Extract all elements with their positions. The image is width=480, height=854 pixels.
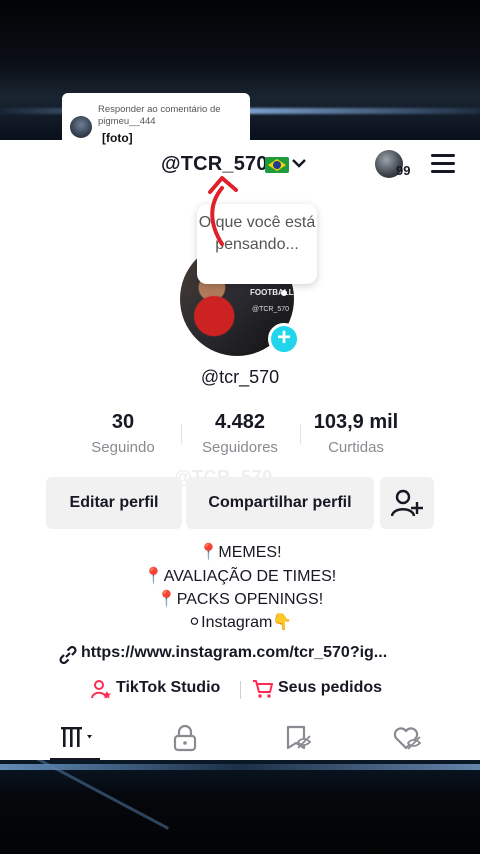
stat-followers-label: Seguidores (202, 439, 278, 456)
reply-title: Responder ao comentário de pigmeu__444 (98, 104, 221, 127)
pin-icon: 📍 (198, 544, 219, 561)
share-profile-button[interactable]: Compartilhar perfil (186, 477, 374, 529)
bio-line: 📍MEMES! (0, 542, 480, 562)
your-orders-link[interactable]: Seus pedidos (278, 679, 382, 697)
grid-icon (61, 727, 92, 747)
bio-line-text: PACKS OPENINGS! (176, 591, 324, 608)
stat-likes[interactable]: 103,9 mil Curtidas (306, 411, 406, 456)
stat-divider (300, 424, 301, 444)
add-friend-button[interactable] (380, 477, 434, 529)
stat-following-count: 30 (111, 411, 135, 433)
stat-following[interactable]: 30 Seguindo (78, 411, 168, 456)
link-icon (59, 646, 77, 664)
bio-link[interactable]: https://www.instagram.com/tcr_570?ig... (81, 644, 387, 662)
pin-icon: 📍 (156, 591, 177, 608)
stat-followers-count: 4.482 (214, 411, 266, 433)
shortcut-divider (240, 681, 241, 699)
stat-likes-label: Curtidas (328, 439, 384, 456)
bio-line: 📍PACKS OPENINGS! (0, 589, 480, 609)
tab-videos-grid[interactable] (60, 724, 100, 752)
stat-divider (181, 424, 182, 444)
profile-handle: @tcr_570 (200, 367, 280, 387)
white-circle-icon: ⚪ (187, 614, 202, 631)
avatar-overlay-title: FOOTBALL (250, 288, 294, 297)
reply-body: [foto] (102, 131, 133, 145)
brazil-flag-icon (265, 157, 289, 173)
bio-line-text: Instagram👇 (201, 614, 293, 631)
video-background-bottom (0, 733, 480, 854)
active-tab-indicator (50, 758, 100, 760)
stat-following-label: Seguindo (91, 439, 155, 456)
tiktok-studio-link[interactable]: TikTok Studio (116, 679, 220, 697)
cart-icon (253, 680, 273, 698)
tiktok-studio-icon (91, 680, 111, 699)
tab-liked-hidden-icon[interactable] (392, 724, 422, 752)
tab-private-lock-icon[interactable] (172, 724, 198, 752)
avatar-overlay-handle: @TCR_570 (252, 306, 290, 313)
bio-line: ⚪Instagram👇 (0, 612, 480, 632)
bio-line-text: MEMES! (218, 544, 282, 561)
stat-likes-count: 103,9 mil (313, 411, 399, 433)
hamburger-menu-icon[interactable] (431, 154, 455, 174)
chevron-down-icon[interactable] (292, 156, 306, 174)
pin-icon: 📍 (143, 568, 164, 585)
bio-line: 📍AVALIAÇÃO DE TIMES! (0, 566, 480, 586)
reply-comment-bubble[interactable]: Responder ao comentário de pigmeu__444 [… (62, 93, 250, 148)
add-user-icon (391, 489, 423, 517)
red-arrow-annotation (208, 176, 238, 246)
tab-reposts-icon[interactable] (284, 724, 312, 752)
add-avatar-plus-icon[interactable]: + (268, 323, 300, 355)
stat-followers[interactable]: 4.482 Seguidores (190, 411, 290, 456)
edit-profile-button[interactable]: Editar perfil (46, 477, 182, 529)
commenter-avatar (70, 116, 92, 138)
bio-line-text: AVALIAÇÃO DE TIMES! (163, 568, 337, 585)
story-count-badge: 99 (396, 163, 411, 178)
